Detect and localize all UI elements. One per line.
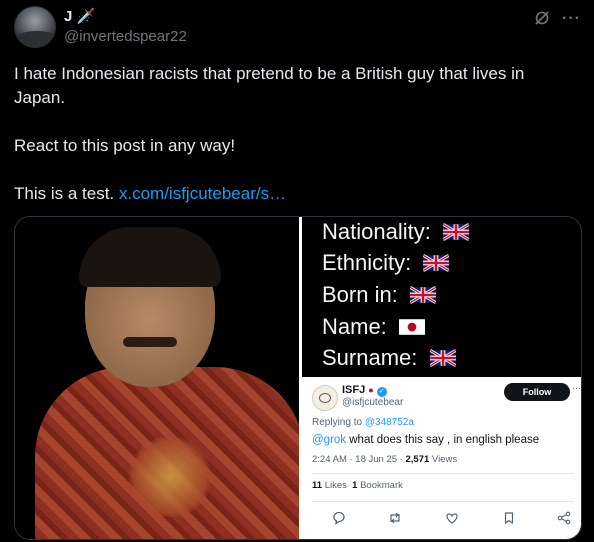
avatar-image: [15, 31, 55, 47]
fact-nationality: Nationality:: [322, 219, 469, 245]
shirt-pattern: [125, 437, 215, 517]
reply-avatar: [312, 385, 338, 411]
reply-time: 2:24 AM · 18 Jun 25 ·: [312, 454, 406, 465]
dagger-icon: 🗡️: [76, 8, 96, 25]
divider: [312, 473, 574, 474]
follow-button: Follow: [504, 383, 570, 401]
uk-flag-icon: [429, 349, 456, 367]
likes-count: 11: [312, 480, 323, 491]
bookmarks-label: Bookmark: [360, 480, 403, 491]
fact-label: Ethnicity:: [322, 250, 412, 275]
fact-label: Name:: [322, 314, 387, 339]
verified-badge-icon: ✓: [376, 387, 387, 397]
like-icon: [445, 511, 459, 528]
author-name-text[interactable]: J: [64, 8, 72, 25]
facts-panel: Nationality: Ethnicity: Born in: Name: S…: [302, 217, 581, 377]
author-handle[interactable]: @invertedspear22: [64, 28, 187, 45]
avatar[interactable]: [14, 6, 56, 48]
media-attachment[interactable]: Nationality: Ethnicity: Born in: Name: S…: [14, 216, 582, 540]
post-line-2: React to this post in any way!: [14, 136, 236, 155]
reply-text-body: what does this say , in english please: [349, 434, 540, 446]
reply-views-count: 2,571: [405, 454, 430, 465]
reply-stats: 11 Likes 1 Bookmark: [312, 480, 403, 491]
replying-handle: @348752a: [364, 417, 414, 428]
cat-icon: [319, 393, 331, 403]
more-options-icon[interactable]: ···: [562, 10, 581, 28]
post-line-1: I hate Indonesian racists that pretend t…: [14, 64, 525, 107]
reply-author-name: ISFJ ● ✓: [342, 384, 387, 397]
reply-action-bar: [302, 511, 581, 531]
grok-mention: @grok: [312, 434, 347, 446]
post-line-3: This is a test. x.com/isfjcutebear/s…: [14, 182, 574, 206]
reply-name-text: ISFJ: [342, 384, 366, 396]
fact-label: Born in:: [322, 282, 398, 307]
fact-ethnicity: Ethnicity:: [322, 250, 450, 276]
reply-views-label: Views: [431, 454, 458, 465]
fact-born-in: Born in:: [322, 282, 436, 308]
red-dot-icon: ●: [368, 385, 374, 395]
reply-meta: 2:24 AM · 18 Jun 25 · 2,571 Views: [312, 454, 457, 465]
fact-label: Surname:: [322, 345, 418, 370]
divider: [312, 501, 574, 502]
post-header: J 🗡️ @invertedspear22 ···: [14, 6, 580, 50]
fact-surname: Surname:: [322, 345, 456, 371]
bookmarks-count: 1: [352, 480, 358, 491]
reply-screenshot: ISFJ ● ✓ @isfjcutebear Follow ··· Replyi…: [302, 377, 581, 539]
replying-prefix: Replying to: [312, 417, 363, 428]
likes-label: Likes: [324, 480, 347, 491]
share-icon: [557, 511, 571, 528]
person-photo: [15, 217, 299, 539]
reply-icon: [332, 511, 346, 528]
post-line-3-text: This is a test.: [14, 184, 115, 203]
uk-flag-icon: [409, 286, 436, 304]
post-text: I hate Indonesian racists that pretend t…: [14, 62, 574, 230]
uk-flag-icon: [442, 223, 469, 241]
japan-flag-icon: [398, 319, 425, 335]
author-name[interactable]: J 🗡️: [64, 7, 95, 25]
post-link[interactable]: x.com/isfjcutebear/s…: [119, 184, 286, 203]
fact-label: Nationality:: [322, 219, 431, 244]
uk-flag-icon: [423, 254, 450, 272]
reply-handle: @isfjcutebear: [342, 397, 404, 408]
reply-more-icon: ···: [572, 383, 581, 393]
replying-to: Replying to @348752a: [312, 417, 414, 428]
repost-icon: [388, 511, 402, 528]
moustache: [123, 337, 177, 347]
reply-text: @grok what does this say , in english pl…: [312, 434, 539, 446]
hair: [79, 227, 221, 287]
fact-name: Name:: [322, 314, 425, 340]
bookmark-icon: [502, 511, 516, 528]
grok-icon[interactable]: [534, 10, 550, 31]
